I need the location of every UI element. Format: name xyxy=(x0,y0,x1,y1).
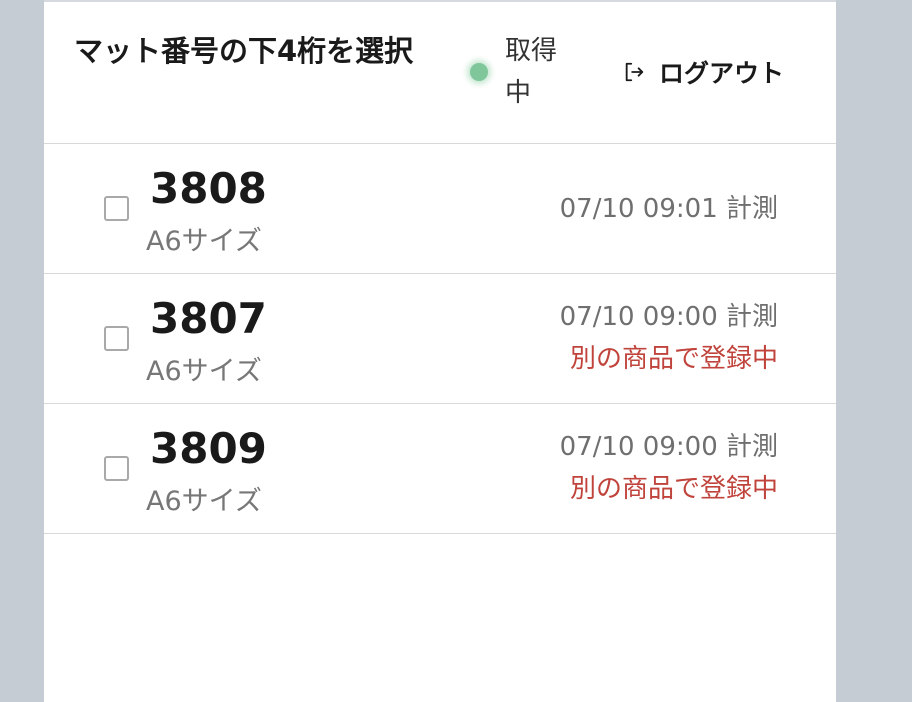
mat-number: 3807 xyxy=(150,294,267,343)
list-item[interactable]: 3808 A6サイズ 07/10 09:01 計測 xyxy=(44,144,836,274)
registered-warning: 別の商品で登録中 xyxy=(569,344,778,374)
registered-warning: 別の商品で登録中 xyxy=(569,474,778,504)
measured-time: 07/10 09:00 計測 xyxy=(559,432,778,462)
logout-button[interactable]: ログアウト xyxy=(623,54,784,90)
status-text: 取得中 xyxy=(505,36,558,108)
mat-size: A6サイズ xyxy=(146,226,262,257)
list-item[interactable]: 3809 A6サイズ 07/10 09:00 計測 別の商品で登録中 xyxy=(44,404,836,534)
mat-size: A6サイズ xyxy=(146,356,262,387)
status-indicator-dot xyxy=(470,63,488,81)
measured-time: 07/10 09:01 計測 xyxy=(559,194,778,224)
logout-icon xyxy=(625,62,644,82)
list-item[interactable]: 3807 A6サイズ 07/10 09:00 計測 別の商品で登録中 xyxy=(44,274,836,404)
mat-checkbox[interactable] xyxy=(104,456,129,481)
mat-number: 3808 xyxy=(150,164,267,213)
logout-label: ログアウト xyxy=(659,59,785,88)
mat-checkbox[interactable] xyxy=(104,196,129,221)
mat-size: A6サイズ xyxy=(146,486,262,517)
mat-select-panel: マット番号の下4桁を選択 取得中 ログアウト 3808 A6サイズ 07/10 … xyxy=(44,0,836,702)
mat-checkbox[interactable] xyxy=(104,326,129,351)
mat-list: 3808 A6サイズ 07/10 09:01 計測 3807 A6サイズ 07/… xyxy=(44,144,836,534)
header: マット番号の下4桁を選択 取得中 ログアウト xyxy=(44,2,836,144)
measured-time: 07/10 09:00 計測 xyxy=(559,302,778,332)
mat-number: 3809 xyxy=(150,424,267,473)
page-title: マット番号の下4桁を選択 xyxy=(74,34,414,68)
